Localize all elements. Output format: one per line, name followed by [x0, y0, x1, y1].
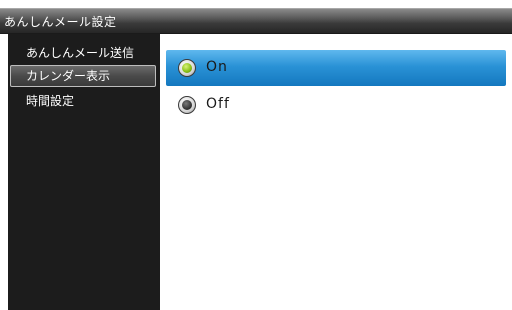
sidebar-item-label: あんしんメール送信 [26, 46, 135, 60]
window-title: あんしんメール設定 [4, 15, 117, 29]
title-bar: あんしんメール設定 [0, 8, 512, 34]
option-off[interactable]: Off [166, 87, 506, 123]
sidebar-item-calendar-display[interactable]: カレンダー表示 [10, 65, 156, 87]
option-on[interactable]: On [166, 50, 506, 86]
option-label: Off [206, 96, 230, 112]
sidebar-item-anshin-mail-send[interactable]: あんしんメール送信 [10, 42, 156, 64]
sidebar-menu: あんしんメール送信 カレンダー表示 時間設定 [8, 34, 160, 310]
radio-unchecked-icon[interactable] [178, 96, 196, 114]
sidebar-item-time-setting[interactable]: 時間設定 [10, 90, 156, 112]
option-label: On [206, 59, 228, 75]
options-panel: On Off [160, 34, 512, 310]
settings-window: あんしんメール設定 あんしんメール送信 カレンダー表示 時間設定 On Off [0, 0, 512, 310]
sidebar-item-label: 時間設定 [26, 94, 75, 108]
radio-checked-icon[interactable] [178, 59, 196, 77]
sidebar-item-label: カレンダー表示 [26, 69, 111, 83]
